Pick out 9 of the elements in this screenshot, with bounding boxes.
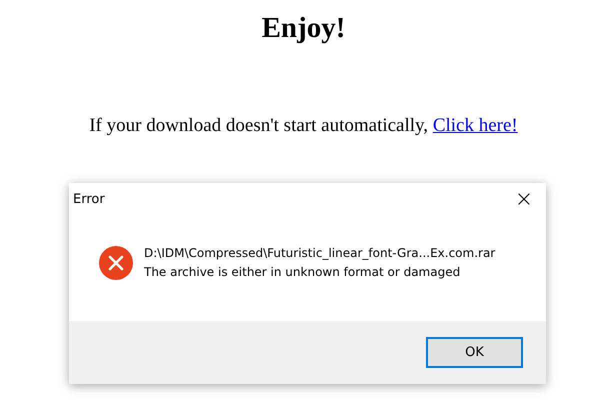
error-message: The archive is either in unknown format or damaged <box>144 264 462 280</box>
click-here-link[interactable]: Click here! <box>432 115 518 136</box>
page-heading: Enjoy! <box>262 11 346 46</box>
dialog-title: Error <box>73 192 105 207</box>
ok-button[interactable]: OK <box>426 337 523 368</box>
error-icon <box>99 246 133 280</box>
close-button[interactable]: × <box>502 183 546 216</box>
error-message: D:\IDM\Compressed\Futuristic_linear_font-Gra...Ex.com.rar <box>144 244 496 262</box>
download-message: If your download doesn't start automatically, <box>89 115 428 136</box>
